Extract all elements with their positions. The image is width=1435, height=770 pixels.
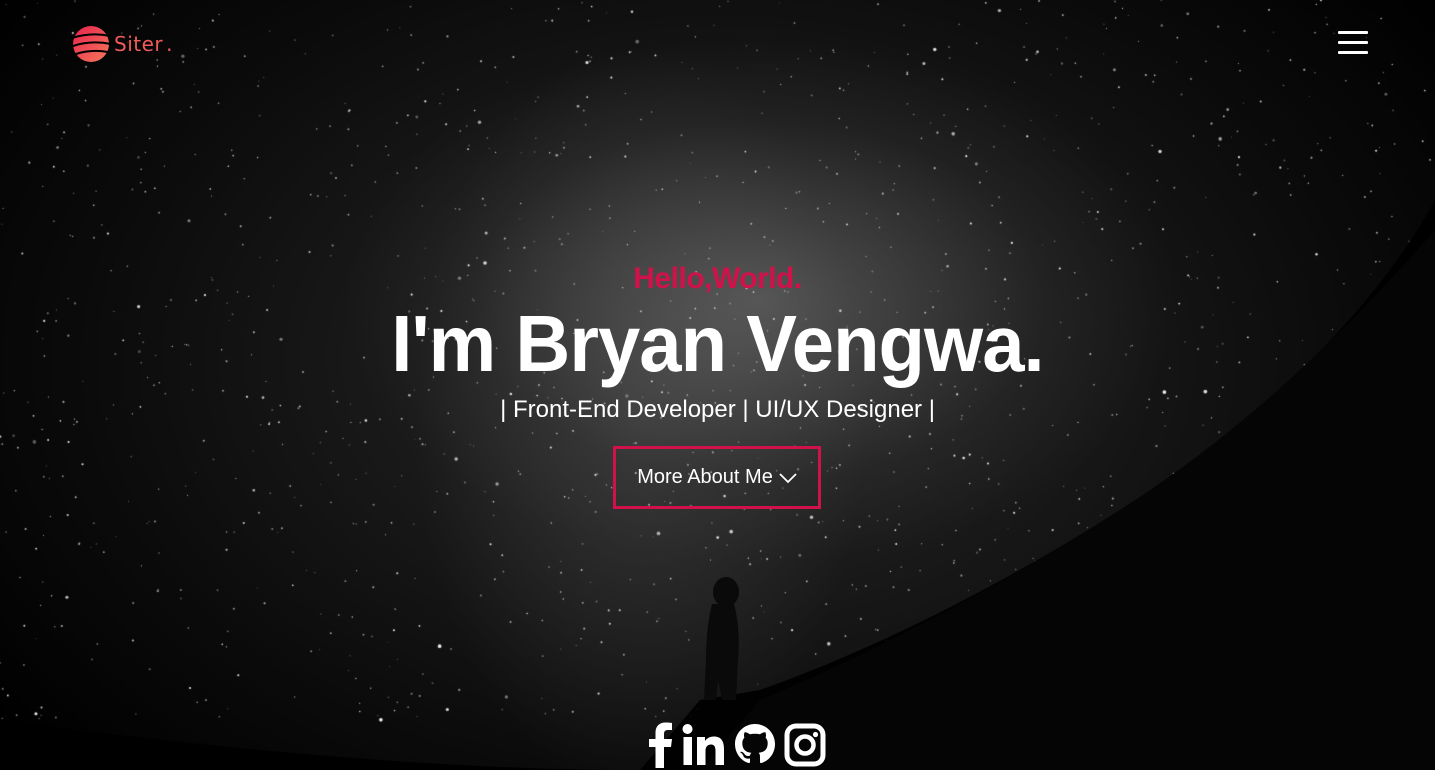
instagram-icon[interactable] xyxy=(784,722,826,768)
chevron-down-icon xyxy=(779,472,797,483)
hamburger-menu-icon[interactable] xyxy=(1336,29,1370,55)
site-logo[interactable]: Siter . xyxy=(70,24,172,64)
hero-page: Siter . Hello,World. I'm Bryan Vengwa. |… xyxy=(0,0,1435,770)
logo-dot: . xyxy=(166,32,173,56)
facebook-icon[interactable] xyxy=(646,722,674,768)
linkedin-icon[interactable] xyxy=(682,722,726,768)
social-links xyxy=(646,722,826,768)
greeting: Hello,World. xyxy=(633,262,802,295)
hero-name: I'm Bryan Vengwa. xyxy=(391,299,1044,388)
github-icon[interactable] xyxy=(734,722,776,768)
more-about-me-label: More About Me xyxy=(637,466,773,488)
logo-text: Siter xyxy=(114,32,164,56)
person-silhouette xyxy=(704,577,739,700)
more-about-me-button[interactable]: More About Me xyxy=(613,446,821,509)
hero-roles: | Front-End Developer | UI/UX Designer | xyxy=(500,396,935,423)
hero-section: Hello,World. I'm Bryan Vengwa. | Front-E… xyxy=(0,258,1435,426)
globe-logo-icon xyxy=(71,26,112,62)
